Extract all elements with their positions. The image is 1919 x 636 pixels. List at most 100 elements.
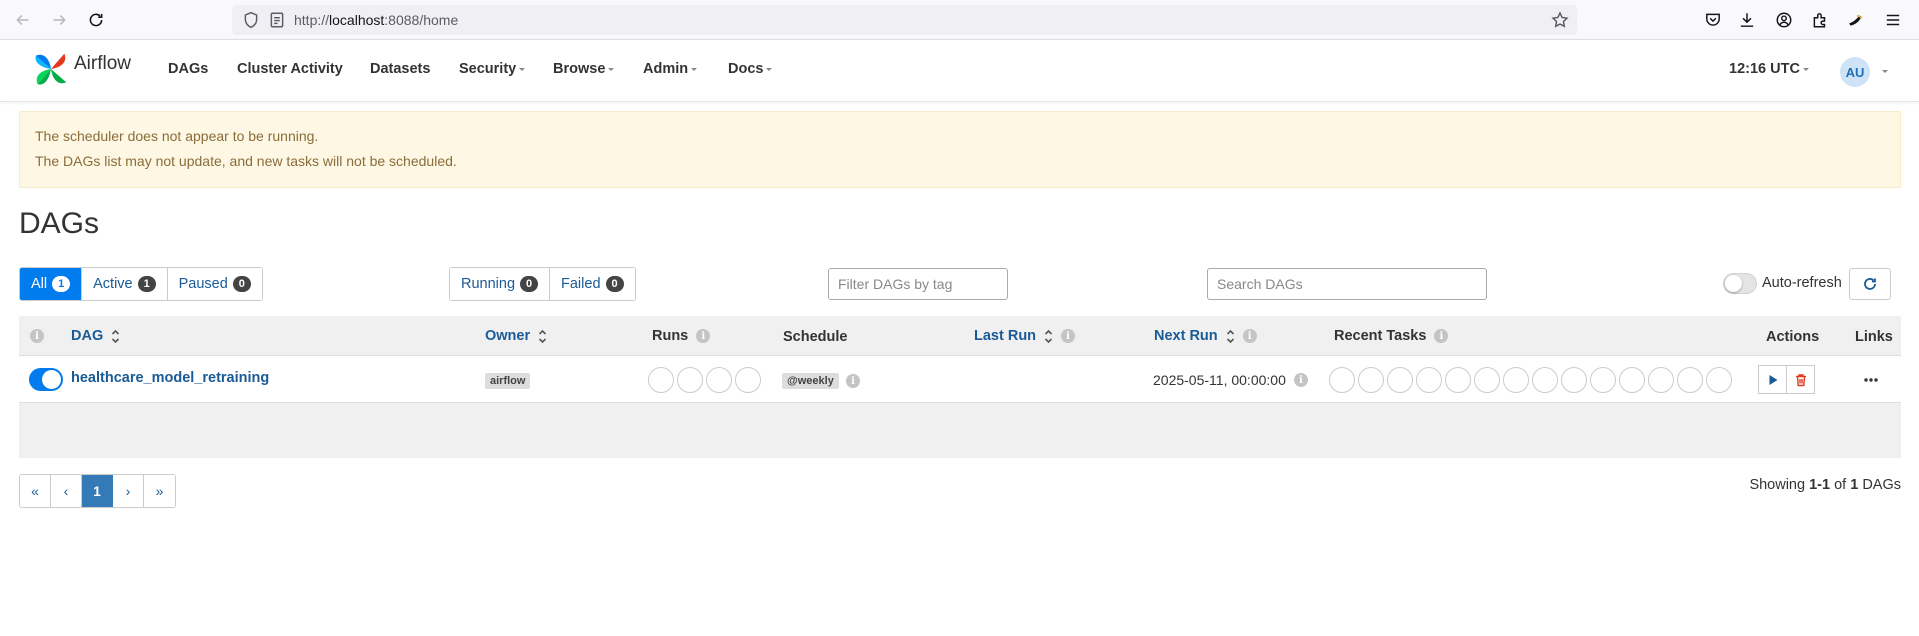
- header-next-run[interactable]: Next Run i: [1154, 328, 1257, 344]
- browser-toolbar: http://localhost:8088/home: [0, 0, 1919, 40]
- more-links-icon[interactable]: [1864, 378, 1878, 382]
- task-status-circle[interactable]: [1329, 367, 1355, 393]
- page-current-button[interactable]: 1: [82, 475, 113, 507]
- extension-icon[interactable]: [1846, 10, 1866, 30]
- showing-count: Showing 1-1 of 1 DAGs: [1749, 477, 1901, 493]
- nav-admin[interactable]: Admin: [643, 61, 698, 77]
- sort-icon: [1044, 329, 1053, 343]
- next-run-value: 2025-05-11, 00:00:00 i: [1153, 372, 1308, 388]
- chevron-down-icon: [608, 67, 615, 71]
- chevron-down-icon[interactable]: [1882, 70, 1888, 73]
- url-text: http://localhost:8088/home: [294, 12, 459, 28]
- header-last-run[interactable]: Last Run i: [974, 328, 1076, 344]
- filter-failed-button[interactable]: Failed 0: [550, 268, 635, 300]
- run-status-circle[interactable]: [706, 367, 732, 393]
- auto-refresh-toggle[interactable]: [1723, 273, 1757, 294]
- page-last-button[interactable]: »: [144, 475, 175, 507]
- page-next-button[interactable]: ›: [113, 475, 144, 507]
- count-badge: 0: [520, 276, 539, 292]
- page-prev-button[interactable]: ‹: [51, 475, 82, 507]
- status-filter-group: All 1 Active 1 Paused 0: [19, 267, 263, 301]
- run-status-circle[interactable]: [648, 367, 674, 393]
- page-info-icon[interactable]: [268, 11, 286, 29]
- user-avatar[interactable]: AU: [1840, 57, 1870, 87]
- task-status-circle[interactable]: [1561, 367, 1587, 393]
- trigger-dag-button[interactable]: [1758, 365, 1787, 394]
- recent-tasks-circles: [1329, 367, 1735, 393]
- schedule-label[interactable]: @weekly: [782, 373, 839, 389]
- task-status-circle[interactable]: [1358, 367, 1384, 393]
- nav-browse[interactable]: Browse: [553, 61, 615, 77]
- header-actions: Actions: [1766, 329, 1820, 345]
- pocket-icon[interactable]: [1703, 10, 1723, 30]
- utc-clock[interactable]: 12:16 UTC: [1729, 61, 1809, 77]
- header-links: Links: [1855, 329, 1893, 345]
- nav-cluster-activity[interactable]: Cluster Activity: [237, 61, 343, 77]
- task-status-circle[interactable]: [1474, 367, 1500, 393]
- nav-docs[interactable]: Docs: [728, 61, 773, 77]
- refresh-button[interactable]: [1849, 268, 1891, 300]
- airflow-logo[interactable]: Airflow: [32, 50, 131, 88]
- download-icon[interactable]: [1737, 10, 1757, 30]
- header-runs: Runs i: [652, 328, 711, 344]
- run-status-circle[interactable]: [677, 367, 703, 393]
- task-status-circle[interactable]: [1648, 367, 1674, 393]
- dag-id-link[interactable]: healthcare_model_retraining: [71, 370, 269, 386]
- header-owner[interactable]: Owner: [485, 328, 547, 344]
- alert-line-2: The DAGs list may not update, and new ta…: [35, 153, 457, 169]
- nav-dags[interactable]: DAGs: [168, 61, 208, 77]
- nav-security[interactable]: Security: [459, 61, 526, 77]
- info-icon[interactable]: i: [1434, 329, 1449, 343]
- tag-filter-input[interactable]: [828, 268, 1008, 300]
- back-icon[interactable]: [11, 8, 35, 32]
- dag-search-input[interactable]: [1207, 268, 1487, 300]
- url-bar[interactable]: http://localhost:8088/home: [232, 5, 1577, 35]
- run-status-circle[interactable]: [735, 367, 761, 393]
- task-status-circle[interactable]: [1387, 367, 1413, 393]
- shield-icon[interactable]: [242, 11, 260, 29]
- filter-paused-button[interactable]: Paused 0: [167, 268, 262, 300]
- task-status-circle[interactable]: [1619, 367, 1645, 393]
- sort-icon: [1226, 329, 1234, 343]
- task-status-circle[interactable]: [1677, 367, 1703, 393]
- extensions-icon[interactable]: [1810, 10, 1830, 30]
- chevron-down-icon: [691, 67, 698, 71]
- info-icon[interactable]: i: [696, 329, 711, 343]
- header-schedule: Schedule: [783, 329, 848, 345]
- delete-dag-button[interactable]: [1786, 365, 1815, 394]
- filter-active-button[interactable]: Active 1: [82, 268, 168, 300]
- chevron-down-icon: [766, 67, 773, 71]
- page-first-button[interactable]: «: [20, 475, 51, 507]
- task-status-circle[interactable]: [1590, 367, 1616, 393]
- reload-icon[interactable]: [84, 8, 108, 32]
- dag-pause-toggle[interactable]: [29, 368, 63, 391]
- task-status-circle[interactable]: [1706, 367, 1732, 393]
- filter-running-button[interactable]: Running 0: [450, 268, 551, 300]
- bookmark-star-icon[interactable]: [1551, 11, 1569, 29]
- task-status-circle[interactable]: [1416, 367, 1442, 393]
- menu-icon[interactable]: [1883, 10, 1903, 30]
- task-status-circle[interactable]: [1532, 367, 1558, 393]
- table-footer-area: [19, 403, 1901, 458]
- info-icon[interactable]: i: [1061, 329, 1076, 343]
- forward-icon[interactable]: [47, 8, 71, 32]
- count-badge: 1: [52, 276, 71, 292]
- count-badge: 0: [605, 276, 624, 292]
- info-icon[interactable]: i: [1293, 373, 1308, 387]
- info-icon[interactable]: i: [30, 329, 44, 343]
- pagination: « ‹ 1 › »: [19, 474, 176, 508]
- runs-status-circles: [648, 367, 764, 393]
- nav-datasets[interactable]: Datasets: [370, 61, 430, 77]
- info-icon[interactable]: i: [1242, 329, 1257, 343]
- brand-name: Airflow: [74, 53, 132, 74]
- page-title: DAGs: [19, 207, 100, 240]
- account-icon[interactable]: [1774, 10, 1794, 30]
- task-status-circle[interactable]: [1445, 367, 1471, 393]
- filter-all-button[interactable]: All 1: [20, 268, 83, 300]
- info-icon[interactable]: i: [846, 374, 860, 388]
- app-navbar: Airflow DAGs Cluster Activity Datasets S…: [0, 40, 1919, 102]
- count-badge: 0: [232, 276, 251, 292]
- owner-label[interactable]: airflow: [485, 373, 531, 389]
- task-status-circle[interactable]: [1503, 367, 1529, 393]
- header-dag[interactable]: DAG: [71, 328, 120, 344]
